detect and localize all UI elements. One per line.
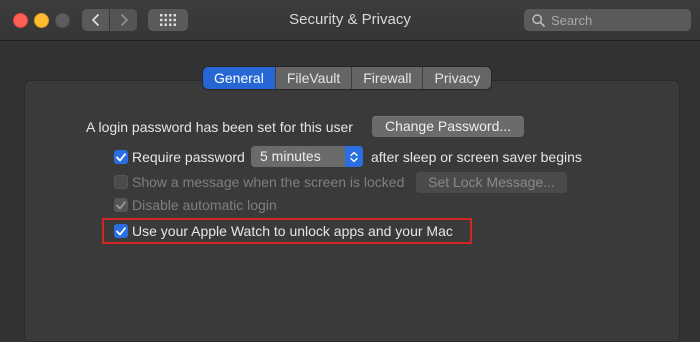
checkmark-icon xyxy=(116,226,126,235)
search-icon xyxy=(532,13,545,27)
show-message-label: Show a message when the screen is locked xyxy=(132,174,405,190)
tab-privacy[interactable]: Privacy xyxy=(422,67,492,89)
checkmark-icon xyxy=(116,152,126,161)
disable-auto-login-checkbox[interactable] xyxy=(114,198,128,212)
apple-watch-unlock-checkbox[interactable] xyxy=(114,224,128,238)
apple-watch-unlock-label: Use your Apple Watch to unlock apps and … xyxy=(132,223,453,239)
checkmark-icon xyxy=(116,200,126,209)
up-down-chevron-icon xyxy=(350,151,358,162)
change-password-button[interactable]: Change Password... xyxy=(372,116,524,137)
tab-bar: General FileVault Firewall Privacy xyxy=(203,67,492,89)
login-password-text: A login password has been set for this u… xyxy=(86,119,353,135)
title-bar: Security & Privacy xyxy=(0,0,700,41)
search-input[interactable] xyxy=(549,11,683,29)
search-field[interactable] xyxy=(524,9,691,31)
tab-firewall[interactable]: Firewall xyxy=(351,67,423,89)
show-message-checkbox[interactable] xyxy=(114,175,128,189)
set-lock-message-button[interactable]: Set Lock Message... xyxy=(416,172,567,193)
require-password-label: Require password xyxy=(132,149,245,165)
require-password-interval-select[interactable]: 5 minutes xyxy=(251,146,363,167)
tab-general[interactable]: General xyxy=(203,67,275,89)
after-sleep-text: after sleep or screen saver begins xyxy=(371,149,582,165)
select-stepper xyxy=(345,146,363,167)
disable-auto-login-label: Disable automatic login xyxy=(132,197,277,213)
tab-filevault[interactable]: FileVault xyxy=(274,67,352,89)
require-password-checkbox[interactable] xyxy=(114,150,128,164)
select-value: 5 minutes xyxy=(260,148,321,164)
